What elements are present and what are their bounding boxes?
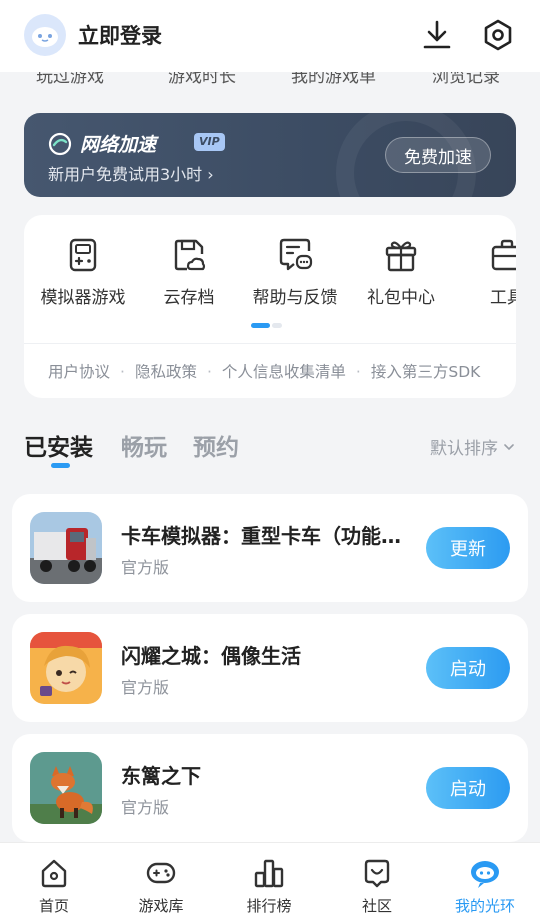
tool-gift-center[interactable]: 礼包中心 <box>346 237 456 308</box>
tool-help-feedback[interactable]: 帮助与反馈 <box>240 237 350 308</box>
game-icon-truck <box>30 512 102 584</box>
tool-label: 云存档 <box>163 288 215 308</box>
vip-subtitle[interactable]: 新用户免费试用3小时 › <box>48 161 214 185</box>
tool-label: 礼包中心 <box>367 288 435 308</box>
game-title: 卡车模拟器：重型卡车（功能版） <box>121 524 411 548</box>
link-personal-info-list[interactable]: 个人信息收集清单 <box>222 363 346 381</box>
vip-badge: VIP <box>194 133 225 151</box>
nav-home[interactable]: 首页 <box>9 857 99 916</box>
indicator-inactive <box>272 323 282 328</box>
tab-reserved[interactable]: 预约 <box>193 428 239 462</box>
tool-label: 模拟器游戏 <box>40 288 126 308</box>
separator-dot: · <box>120 363 125 381</box>
nav-label: 排行榜 <box>246 897 292 915</box>
top-bar: 立即登录 <box>0 0 540 72</box>
nav-game-library[interactable]: 游戏库 <box>116 857 206 916</box>
nav-ranking[interactable]: 排行榜 <box>224 857 314 916</box>
tab-installed[interactable]: 已安装 <box>24 428 93 462</box>
nav-label: 游戏库 <box>138 897 184 915</box>
game-icon-dongli <box>30 752 102 824</box>
accelerator-logo-icon <box>48 132 72 156</box>
login-link[interactable]: 立即登录 <box>78 20 162 50</box>
avatar[interactable] <box>24 14 66 56</box>
gamepad-icon <box>69 238 97 272</box>
nav-community[interactable]: 社区 <box>332 857 422 916</box>
avatar-mascot-icon <box>32 27 58 47</box>
game-subtitle: 官方版 <box>121 678 170 697</box>
separator-dot: · <box>355 363 361 381</box>
tool-cloud-save[interactable]: 云存档 <box>134 237 244 308</box>
vip-title: 网络加速 <box>80 134 157 156</box>
link-user-agreement[interactable]: 用户协议 <box>48 363 110 381</box>
launch-button[interactable]: 启动 <box>426 647 510 689</box>
settings-icon[interactable] <box>481 18 515 52</box>
game-card-truck[interactable]: 卡车模拟器：重型卡车（功能版） 官方版 更新 <box>12 494 528 602</box>
game-title: 东篱之下 <box>121 764 201 788</box>
bottom-navigation: 首页 游戏库 排行榜 社区 我的光环 <box>0 842 540 924</box>
separator-dot: · <box>206 363 212 381</box>
tool-label: 帮助与反馈 <box>252 288 338 308</box>
tools-page-indicator <box>251 323 283 328</box>
fox-game-image <box>30 752 102 824</box>
link-privacy-policy[interactable]: 隐私政策 <box>135 363 197 381</box>
gift-icon <box>385 241 417 272</box>
nav-label: 社区 <box>361 897 392 915</box>
feedback-icon <box>279 238 313 271</box>
tool-emulator[interactable]: 模拟器游戏 <box>28 237 138 308</box>
tool-label: 工具 <box>490 288 516 308</box>
free-acceleration-button[interactable]: 免费加速 <box>385 137 491 173</box>
indicator-active <box>251 323 270 328</box>
ranking-icon <box>254 859 284 888</box>
tab-playing[interactable]: 畅玩 <box>121 428 167 462</box>
game-icon-shining-city <box>30 632 102 704</box>
game-card-dongli[interactable]: 东篱之下 官方版 启动 <box>12 734 528 842</box>
home-icon <box>41 859 67 888</box>
sort-label: 默认排序 <box>430 439 498 459</box>
shining-city-game-image <box>30 632 102 704</box>
update-button[interactable]: 更新 <box>426 527 510 569</box>
game-title: 闪耀之城：偶像生活 <box>121 644 301 668</box>
tab-active-indicator <box>51 463 70 468</box>
chevron-down-icon <box>504 443 514 450</box>
chevron-right-icon: › <box>207 165 214 184</box>
community-icon <box>364 859 390 888</box>
policy-links: 用户协议 · 隐私政策 · 个人信息收集清单 · 接入第三方SDK <box>48 360 480 382</box>
vip-acceleration-banner[interactable]: 网络加速 VIP 新用户免费试用3小时 › 免费加速 <box>24 113 516 197</box>
tools-card: 模拟器游戏 云存档 帮助与反馈 礼包中心 工具 用户协议 · 隐私政策 · 个人… <box>24 215 516 398</box>
download-icon[interactable] <box>420 18 454 52</box>
truck-game-image <box>30 512 102 584</box>
nav-label: 首页 <box>38 897 69 915</box>
game-subtitle: 官方版 <box>121 798 170 817</box>
cloud-save-icon <box>174 239 206 271</box>
sort-dropdown[interactable]: 默认排序 <box>430 434 516 459</box>
vip-subtitle-text: 新用户免费试用3小时 <box>48 165 203 184</box>
game-subtitle: 官方版 <box>121 558 170 577</box>
toolbox-icon <box>491 239 516 271</box>
game-library-icon <box>146 862 176 884</box>
nav-label: 我的光环 <box>454 897 515 915</box>
launch-button[interactable]: 启动 <box>426 767 510 809</box>
nav-mine[interactable]: 我的光环 <box>440 857 530 916</box>
mascot-icon <box>471 861 499 888</box>
game-card-shining-city[interactable]: 闪耀之城：偶像生活 官方版 启动 <box>12 614 528 722</box>
tool-toolbox[interactable]: 工具 <box>452 237 516 308</box>
link-third-party-sdk[interactable]: 接入第三方SDK <box>371 363 480 381</box>
divider <box>24 343 516 344</box>
